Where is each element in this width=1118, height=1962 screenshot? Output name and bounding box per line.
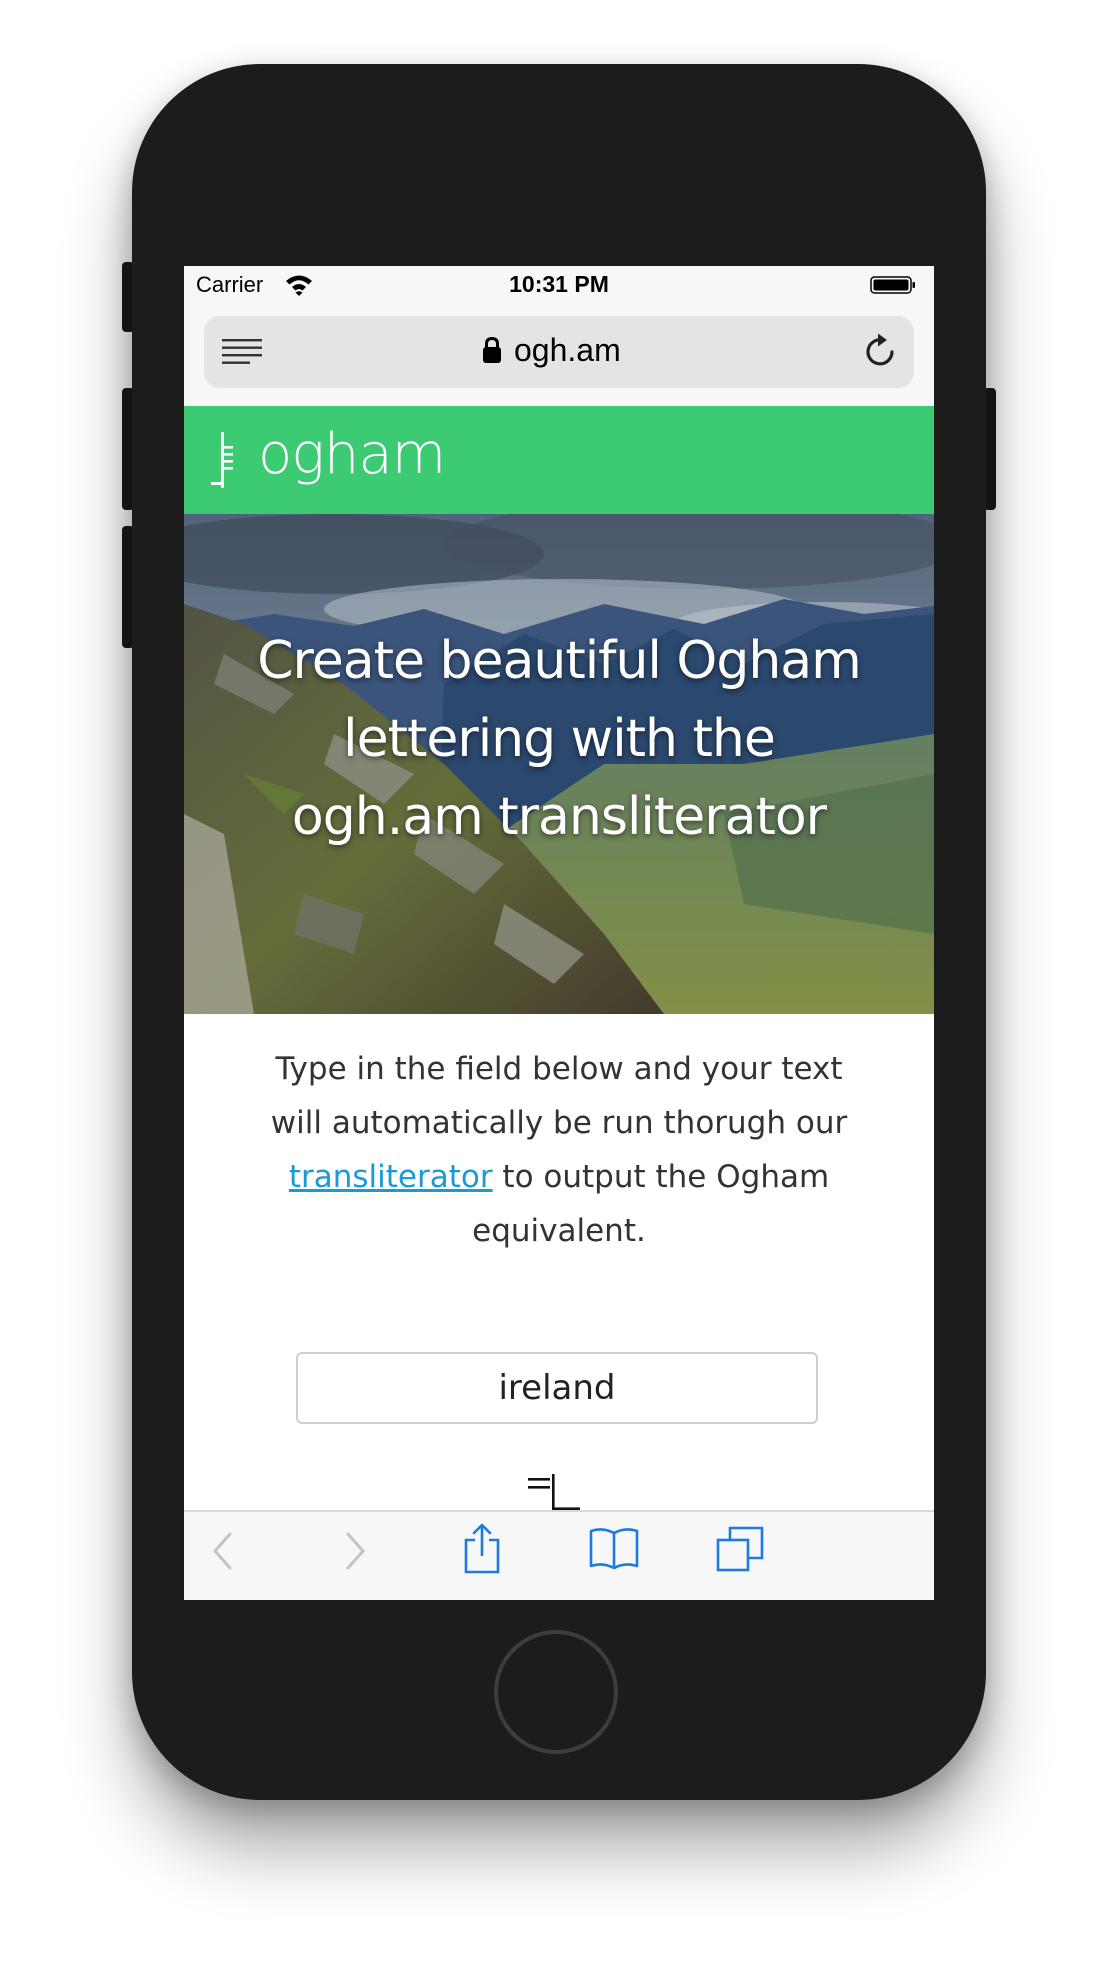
site-logo-text[interactable]: ogham (258, 422, 446, 487)
hero-title: Create beautiful Ogham lettering with th… (257, 631, 862, 847)
intro-paragraph: Type in the field below and your text wi… (254, 1042, 864, 1258)
transliteration-input[interactable] (296, 1352, 818, 1424)
intro-text-before-link: Type in the field below and your text wi… (270, 1051, 848, 1141)
status-bar: Carrier 10:31 PM (184, 266, 934, 306)
ogham-output-glyphs (528, 1474, 580, 1510)
clock-time: 10:31 PM (509, 271, 609, 297)
phone-screen: Carrier 10:31 PM ogh.am ogham Create bea… (184, 266, 934, 1600)
mockup-stage: Carrier 10:31 PM ogh.am ogham Create bea… (0, 0, 1118, 1962)
url-text[interactable]: ogh.am (514, 332, 621, 369)
address-bar[interactable]: ogh.am (204, 316, 914, 388)
transliterator-link[interactable]: transliterator (289, 1159, 493, 1195)
ogham-logo-icon[interactable] (210, 432, 236, 488)
share-icon[interactable] (464, 1522, 500, 1574)
browser-toolbar (184, 1510, 934, 1600)
tabs-icon[interactable] (716, 1526, 764, 1572)
browser-address-area: ogh.am (184, 306, 934, 406)
reader-icon[interactable] (222, 338, 262, 366)
reload-icon[interactable] (864, 332, 898, 370)
lock-icon (483, 336, 501, 363)
home-button[interactable] (494, 1630, 618, 1754)
site-header: ogham (184, 406, 934, 514)
chevron-left-icon[interactable] (210, 1530, 236, 1572)
hero-banner: Create beautiful Ogham lettering with th… (184, 514, 934, 1014)
battery-icon (870, 276, 915, 294)
intro-text-after-link: to output the Ogham equivalent. (472, 1159, 830, 1249)
book-icon[interactable] (588, 1526, 640, 1570)
chevron-right-icon[interactable] (342, 1530, 368, 1572)
